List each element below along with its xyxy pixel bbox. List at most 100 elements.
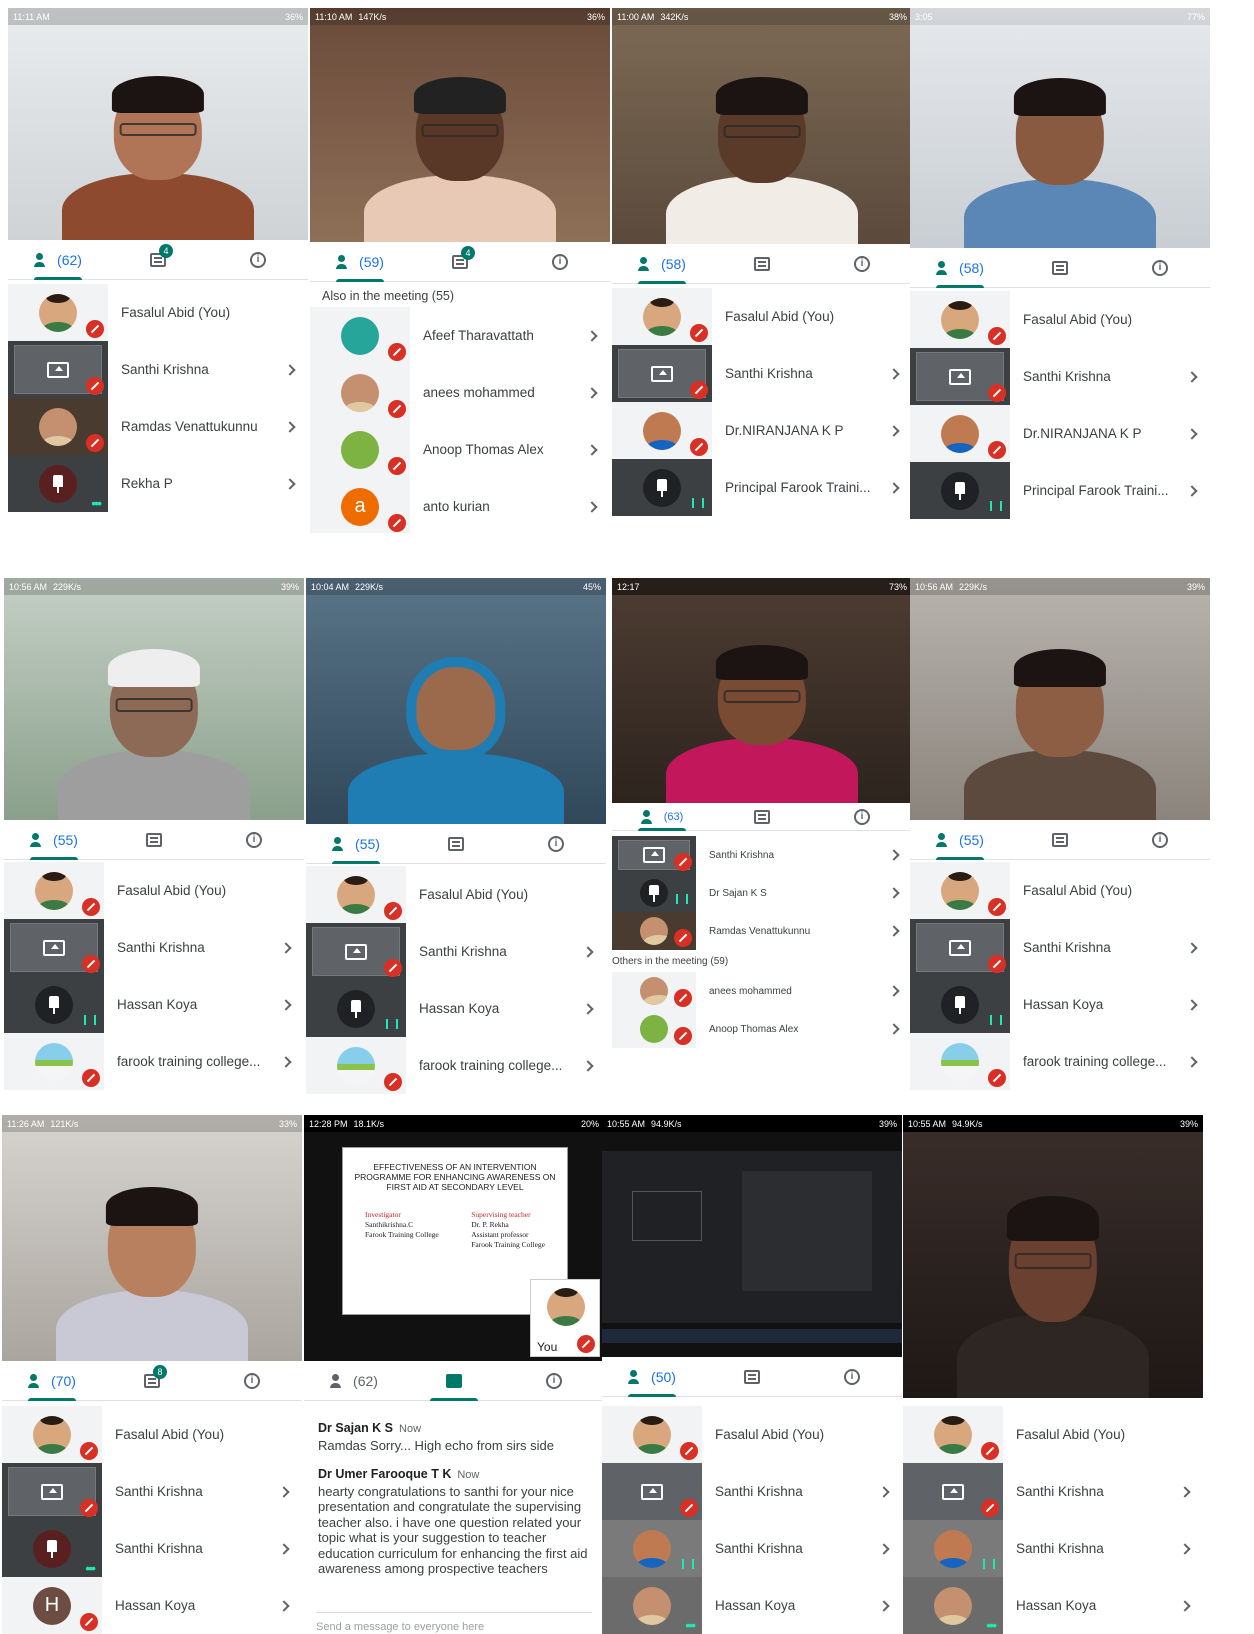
tab-people[interactable]: (62) — [8, 240, 108, 280]
participant-row[interactable]: Fasalul Abid (You) — [4, 862, 304, 919]
participant-row[interactable]: Santhi Krishna — [8, 341, 308, 398]
status-battery: 39% — [1186, 581, 1205, 592]
participant-row[interactable]: Santhi Krishna — [612, 345, 912, 402]
info-icon: i — [844, 1368, 860, 1385]
tab-people[interactable]: (59) — [310, 242, 410, 282]
participant-row[interactable]: ••• Rekha P — [8, 455, 308, 512]
participant-row[interactable]: ••• Hassan Koya — [602, 1577, 902, 1634]
tab-chat[interactable] — [404, 1361, 504, 1401]
tab-chat[interactable] — [702, 1357, 802, 1396]
avatar — [934, 1529, 972, 1568]
participant-name: Rekha P — [121, 476, 173, 491]
tab-people[interactable]: (63) — [612, 803, 712, 831]
tab-chat[interactable] — [1010, 248, 1110, 287]
participant-row[interactable]: Santhi Krishna — [910, 919, 1210, 976]
participant-row[interactable]: Fasalul Abid (You) — [612, 288, 912, 345]
participant-row[interactable]: Principal Farook Traini... — [910, 462, 1210, 519]
tab-people[interactable]: (50) — [602, 1357, 702, 1397]
tab-info[interactable]: i — [1110, 248, 1210, 287]
chat-icon — [744, 1369, 760, 1384]
participant-row[interactable]: Anoop Thomas Alex — [310, 421, 610, 478]
participant-row[interactable]: ••• Santhi Krishna — [2, 1520, 302, 1577]
tab-info[interactable]: i — [506, 824, 606, 863]
participant-row[interactable]: Santhi Krishna — [4, 919, 304, 976]
tab-people[interactable]: (58) — [612, 244, 712, 284]
participant-row[interactable]: Santhi Krishna — [903, 1463, 1203, 1520]
people-count: (55) — [355, 835, 380, 852]
avatar — [547, 1288, 585, 1326]
participant-row[interactable]: Santhi Krishna — [903, 1520, 1203, 1577]
participant-row[interactable]: Santhi Krishna — [2, 1463, 302, 1520]
participant-row[interactable]: Ramdas Venattukunnu — [8, 398, 308, 455]
info-icon: i — [552, 253, 568, 270]
participant-row[interactable]: farook training college... — [910, 1033, 1210, 1090]
participant-row[interactable]: Dr Sajan K S — [612, 874, 912, 912]
avatar — [640, 1015, 668, 1043]
participant-row[interactable]: Santhi Krishna — [602, 1520, 902, 1577]
tab-info[interactable]: i — [812, 803, 912, 830]
participant-row[interactable]: Hassan Koya — [306, 980, 606, 1037]
tab-chat[interactable] — [406, 824, 506, 863]
participant-row[interactable]: Santhi Krishna — [612, 836, 912, 874]
participant-row[interactable]: anees mohammed — [612, 972, 912, 1010]
tab-chat[interactable] — [104, 820, 204, 859]
tab-people[interactable]: (70) — [2, 1361, 102, 1401]
participant-row[interactable]: Fasalul Abid (You) — [306, 866, 606, 923]
mic-off-icon — [690, 438, 708, 456]
slide-text: Dr. P. Rekha — [471, 1220, 509, 1229]
participant-row[interactable]: Fasalul Abid (You) — [2, 1406, 302, 1463]
participant-row[interactable]: Santhi Krishna — [602, 1463, 902, 1520]
participant-row[interactable]: Santhi Krishna — [306, 923, 606, 980]
self-preview[interactable]: You — [530, 1279, 600, 1357]
info-icon: i — [1152, 259, 1168, 276]
participant-row[interactable]: anees mohammed — [310, 364, 610, 421]
tab-people[interactable]: (55) — [4, 820, 104, 860]
participant-row[interactable]: Fasalul Abid (You) — [8, 284, 308, 341]
tab-chat[interactable]: 8 — [102, 1361, 202, 1400]
tab-chat[interactable] — [1010, 820, 1110, 859]
participant-row[interactable]: a anto kurian — [310, 478, 610, 533]
participant-row[interactable]: Fasalul Abid (You) — [903, 1406, 1203, 1463]
avatar — [337, 875, 375, 914]
tab-info[interactable]: i — [208, 240, 308, 279]
tab-info[interactable]: i — [1110, 820, 1210, 859]
participant-name: Fasalul Abid (You) — [715, 1427, 825, 1442]
participant-row[interactable]: Anoop Thomas Alex — [612, 1010, 912, 1048]
tab-info[interactable]: i — [504, 1361, 604, 1400]
participant-row[interactable]: Dr.NIRANJANA K P — [612, 402, 912, 459]
participant-row[interactable]: Santhi Krishna — [910, 348, 1210, 405]
participant-row[interactable]: Fasalul Abid (You) — [910, 862, 1210, 919]
tab-people[interactable]: (62) — [304, 1361, 404, 1400]
tab-people[interactable]: (58) — [910, 248, 1010, 288]
participant-row[interactable]: Ramdas Venattukunnu — [612, 912, 912, 950]
participant-name: Santhi Krishna — [715, 1484, 803, 1499]
tab-chat[interactable]: 4 — [410, 242, 510, 281]
present-icon — [651, 365, 673, 382]
participant-row[interactable]: H Hassan Koya — [2, 1577, 302, 1634]
tab-info[interactable]: i — [204, 820, 304, 859]
participant-row[interactable]: Hassan Koya — [910, 976, 1210, 1033]
speaking-icon — [676, 894, 688, 904]
self-label: You — [537, 1340, 558, 1354]
chat-input[interactable]: Send a message to everyone here — [316, 1612, 592, 1634]
tab-chat[interactable] — [712, 803, 812, 830]
tab-info[interactable]: i — [202, 1361, 302, 1400]
chat-badge: 4 — [159, 244, 173, 258]
tab-info[interactable]: i — [802, 1357, 902, 1396]
participant-row[interactable]: farook training college... — [4, 1033, 304, 1090]
participant-row[interactable]: Dr.NIRANJANA K P — [910, 405, 1210, 462]
participant-row[interactable]: Principal Farook Traini... — [612, 459, 912, 516]
participant-row[interactable]: ••• Hassan Koya — [903, 1577, 1203, 1634]
tab-chat[interactable] — [712, 244, 812, 283]
tab-info[interactable]: i — [812, 244, 912, 283]
tab-people[interactable]: (55) — [306, 824, 406, 864]
participant-row[interactable]: Afeef Tharavattath — [310, 307, 610, 364]
avatar — [33, 1415, 71, 1454]
participant-row[interactable]: Fasalul Abid (You) — [910, 291, 1210, 348]
participant-row[interactable]: Hassan Koya — [4, 976, 304, 1033]
tab-chat[interactable]: 4 — [108, 240, 208, 279]
tab-info[interactable]: i — [510, 242, 610, 281]
participant-row[interactable]: Fasalul Abid (You) — [602, 1406, 902, 1463]
participant-row[interactable]: farook training college... — [306, 1037, 606, 1094]
tab-people[interactable]: (55) — [910, 820, 1010, 860]
